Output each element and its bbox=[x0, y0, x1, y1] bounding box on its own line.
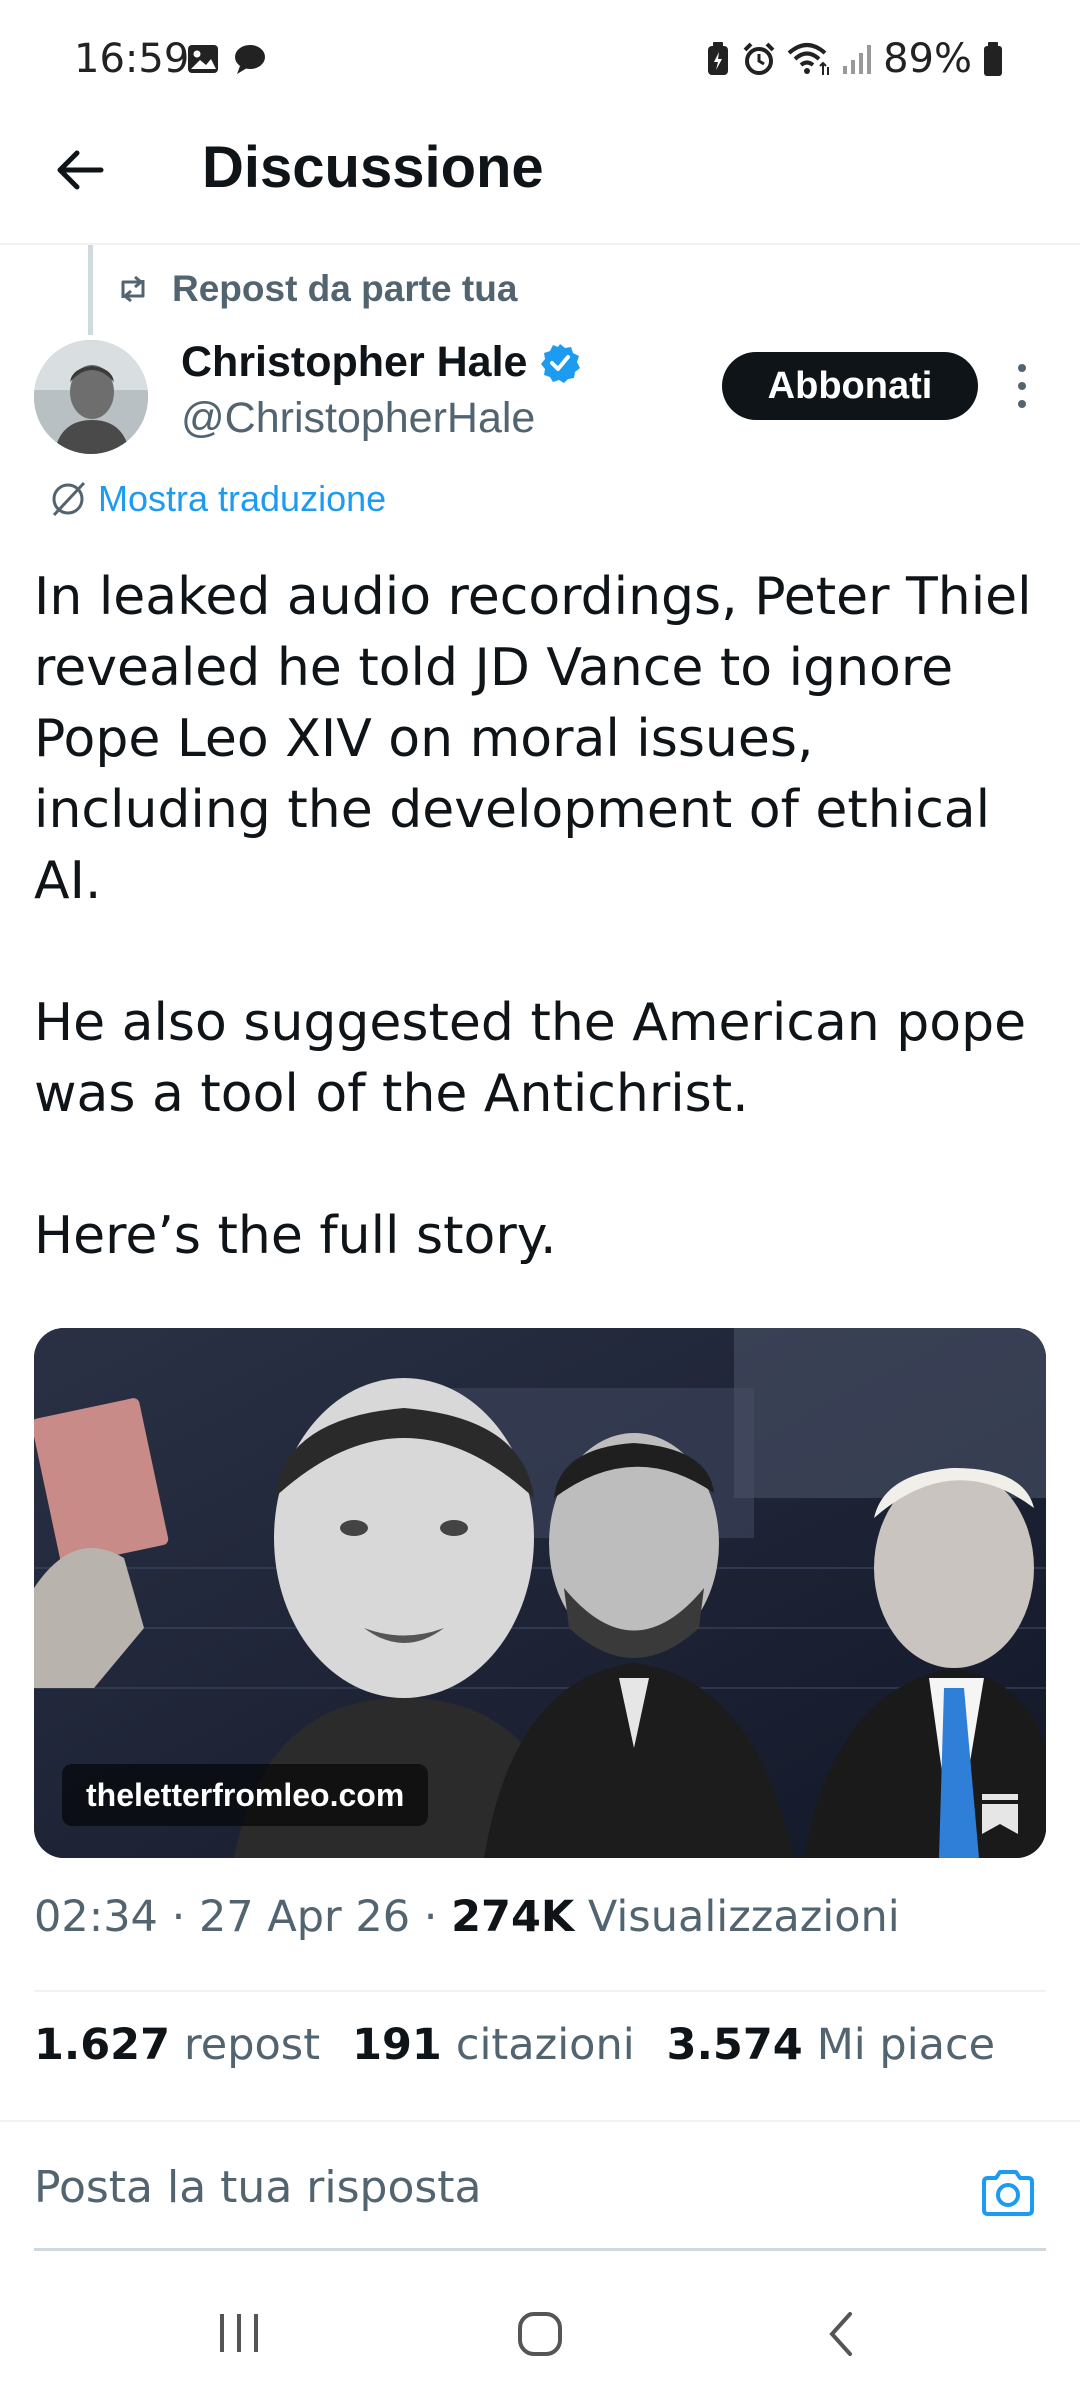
engagement-stats: 1.627 repost 191 citazioni 3.574 Mi piace bbox=[34, 2020, 995, 2070]
status-time: 16:59 bbox=[74, 36, 190, 82]
tweet-text: In leaked audio recordings, Peter Thiel … bbox=[34, 562, 1044, 1272]
translate-icon bbox=[48, 479, 88, 519]
more-dot-icon bbox=[1018, 364, 1026, 372]
page-title: Discussione bbox=[202, 135, 544, 200]
reposts-stat[interactable]: 1.627 repost bbox=[34, 2020, 320, 2070]
tweet-paragraph: In leaked audio recordings, Peter Thiel … bbox=[34, 567, 1032, 911]
tweet-meta: 02:34 · 27 Apr 26 · 274K Visualizzazioni bbox=[34, 1892, 900, 1942]
status-bar: 16:59 89% bbox=[0, 0, 1080, 120]
tweet-date: 27 Apr 26 bbox=[198, 1892, 411, 1942]
likes-label: Mi piace bbox=[816, 2020, 996, 2070]
quotes-count: 191 bbox=[352, 2020, 442, 2070]
quotes-label: citazioni bbox=[455, 2020, 635, 2070]
tweet-time: 02:34 bbox=[34, 1892, 158, 1942]
more-dot-icon bbox=[1018, 400, 1026, 408]
camera-icon[interactable] bbox=[980, 2168, 1036, 2218]
verified-badge-icon bbox=[539, 342, 581, 384]
system-back-icon[interactable] bbox=[822, 2310, 862, 2358]
bookmark-icon[interactable] bbox=[980, 1792, 1020, 1836]
status-right-icons: 89% bbox=[705, 36, 1004, 82]
translate-label[interactable]: Mostra traduzione bbox=[98, 478, 386, 520]
likes-stat[interactable]: 3.574 Mi piace bbox=[667, 2020, 995, 2070]
views-count: 274K bbox=[451, 1892, 575, 1942]
tweet-paragraph: He also suggested the American pope was … bbox=[34, 993, 1027, 1124]
link-domain-label: theletterfromleo.com bbox=[62, 1764, 429, 1826]
battery-saver-icon bbox=[705, 41, 731, 77]
reposts-count: 1.627 bbox=[34, 2020, 171, 2070]
recent-apps-icon[interactable] bbox=[216, 2310, 262, 2356]
chat-bubble-icon bbox=[232, 42, 268, 76]
signal-icon bbox=[841, 42, 873, 76]
translate-link[interactable]: Mostra traduzione bbox=[48, 478, 386, 520]
reply-underline bbox=[34, 2248, 1046, 2251]
tweet-paragraph: Here’s the full story. bbox=[34, 1206, 557, 1266]
reply-input[interactable]: Posta la tua risposta bbox=[34, 2162, 482, 2213]
divider bbox=[34, 1990, 1046, 1992]
views-label: Visualizzazioni bbox=[587, 1892, 900, 1942]
subscribe-button[interactable]: Abbonati bbox=[722, 352, 978, 420]
thread-line bbox=[88, 245, 93, 335]
wifi-icon bbox=[787, 41, 831, 77]
battery-percent: 89% bbox=[883, 36, 972, 82]
alarm-icon bbox=[741, 41, 777, 77]
status-left-icons bbox=[186, 42, 268, 76]
top-app-bar: Discussione bbox=[0, 120, 1080, 245]
arrow-left-icon bbox=[55, 148, 105, 192]
author-name[interactable]: Christopher Hale bbox=[181, 338, 527, 387]
battery-icon bbox=[982, 41, 1004, 77]
quotes-stat[interactable]: 191 citazioni bbox=[352, 2020, 635, 2070]
reply-bar: Posta la tua risposta bbox=[0, 2120, 1080, 2251]
repost-label: Repost da parte tua bbox=[172, 268, 518, 309]
repost-icon bbox=[116, 275, 150, 303]
reposts-label: repost bbox=[184, 2020, 321, 2070]
home-icon[interactable] bbox=[516, 2310, 564, 2358]
more-options-button[interactable] bbox=[1004, 360, 1040, 412]
author-handle[interactable]: @ChristopherHale bbox=[181, 394, 535, 443]
system-nav-bar bbox=[0, 2270, 1080, 2400]
more-dot-icon bbox=[1018, 382, 1026, 390]
link-card-image[interactable]: theletterfromleo.com bbox=[34, 1328, 1046, 1858]
author-name-row[interactable]: Christopher Hale bbox=[181, 338, 581, 387]
likes-count: 3.574 bbox=[666, 2020, 803, 2070]
gallery-icon bbox=[186, 42, 220, 76]
repost-context: Repost da parte tua bbox=[116, 268, 517, 310]
back-button[interactable] bbox=[48, 138, 112, 202]
author-avatar[interactable] bbox=[34, 340, 148, 454]
